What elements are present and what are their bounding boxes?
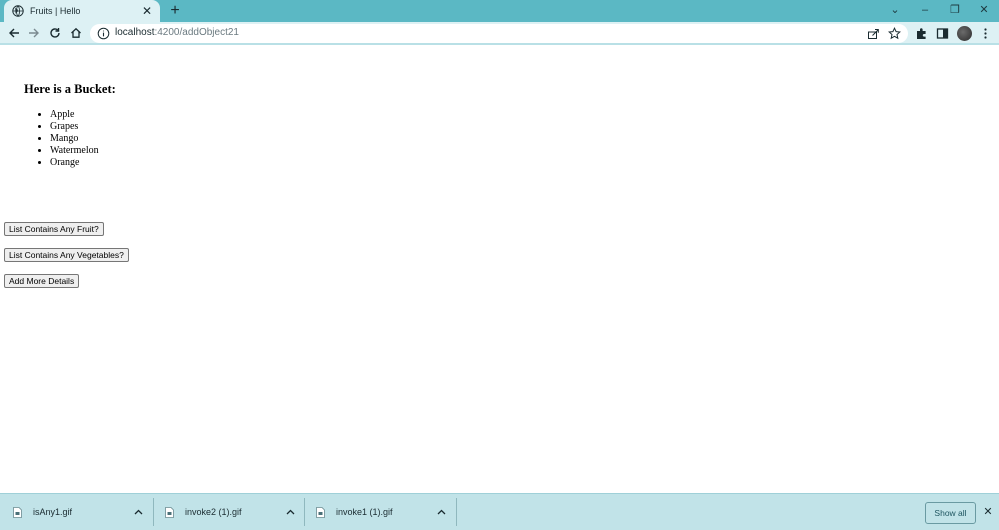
home-icon[interactable] bbox=[68, 25, 84, 41]
tab-search-icon[interactable]: ⌄ bbox=[880, 0, 910, 20]
restore-button[interactable]: ❐ bbox=[940, 0, 970, 20]
download-item[interactable]: invoke1 (1).gif bbox=[316, 498, 451, 526]
extensions-puzzle-icon[interactable] bbox=[914, 26, 929, 41]
window-close-button[interactable]: ✕ bbox=[969, 0, 999, 20]
info-icon[interactable] bbox=[97, 27, 110, 40]
show-all-button[interactable]: Show all bbox=[925, 502, 976, 524]
download-shelf: isAny1.gif invoke2 (1).gif invoke1 (1).g… bbox=[0, 493, 999, 530]
download-filename: invoke2 (1).gif bbox=[185, 507, 242, 517]
download-item[interactable]: isAny1.gif bbox=[13, 498, 148, 526]
tab-close-icon[interactable]: ✕ bbox=[140, 4, 154, 18]
share-icon[interactable] bbox=[866, 26, 881, 41]
tab-strip: Fruits | Hello ✕ + ⌄ – ❐ ✕ bbox=[0, 0, 999, 22]
download-separator bbox=[456, 498, 457, 526]
tab-title: Fruits | Hello bbox=[30, 6, 81, 16]
back-icon[interactable] bbox=[6, 25, 22, 41]
list-item: Apple bbox=[50, 109, 99, 121]
reload-icon[interactable] bbox=[47, 25, 63, 41]
contains-fruit-button[interactable]: List Contains Any Fruit? bbox=[4, 222, 104, 236]
file-icon bbox=[316, 506, 325, 518]
fruit-list: Apple Grapes Mango Watermelon Orange bbox=[50, 109, 99, 169]
minimize-button[interactable]: – bbox=[910, 0, 940, 20]
chevron-up-icon[interactable] bbox=[434, 498, 448, 526]
forward-icon[interactable] bbox=[26, 25, 42, 41]
globe-icon bbox=[12, 5, 24, 17]
file-icon bbox=[13, 506, 22, 518]
file-icon bbox=[165, 506, 174, 518]
side-panel-icon[interactable] bbox=[935, 26, 950, 41]
bucket-heading: Here is a Bucket: bbox=[24, 82, 116, 96]
bookmark-star-icon[interactable] bbox=[887, 26, 902, 41]
list-item: Orange bbox=[50, 157, 99, 169]
download-filename: isAny1.gif bbox=[33, 507, 73, 517]
shelf-close-icon[interactable]: ✕ bbox=[982, 505, 994, 519]
url-host: localhost bbox=[115, 27, 155, 38]
chevron-up-icon[interactable] bbox=[283, 498, 297, 526]
page-content: Here is a Bucket: Apple Grapes Mango Wat… bbox=[0, 47, 999, 493]
url-path: :4200/addObject21 bbox=[154, 27, 239, 38]
download-separator bbox=[304, 498, 305, 526]
tab-active[interactable]: Fruits | Hello ✕ bbox=[4, 0, 160, 22]
contains-vegetables-button[interactable]: List Contains Any Vegetables? bbox=[4, 248, 129, 262]
more-menu-icon[interactable] bbox=[978, 26, 993, 41]
list-item: Watermelon bbox=[50, 145, 99, 157]
download-separator bbox=[153, 498, 154, 526]
address-bar[interactable]: localhost:4200/addObject21 bbox=[90, 24, 908, 43]
new-tab-button[interactable]: + bbox=[166, 2, 184, 20]
url-text[interactable]: localhost:4200/addObject21 bbox=[115, 27, 239, 38]
list-item: Grapes bbox=[50, 121, 99, 133]
download-item[interactable]: invoke2 (1).gif bbox=[165, 498, 300, 526]
list-item: Mango bbox=[50, 133, 99, 145]
add-details-button[interactable]: Add More Details bbox=[4, 274, 80, 288]
download-filename: invoke1 (1).gif bbox=[336, 507, 393, 517]
browser-toolbar: localhost:4200/addObject21 bbox=[0, 22, 999, 45]
profile-avatar[interactable] bbox=[957, 26, 972, 41]
chevron-up-icon[interactable] bbox=[131, 498, 145, 526]
